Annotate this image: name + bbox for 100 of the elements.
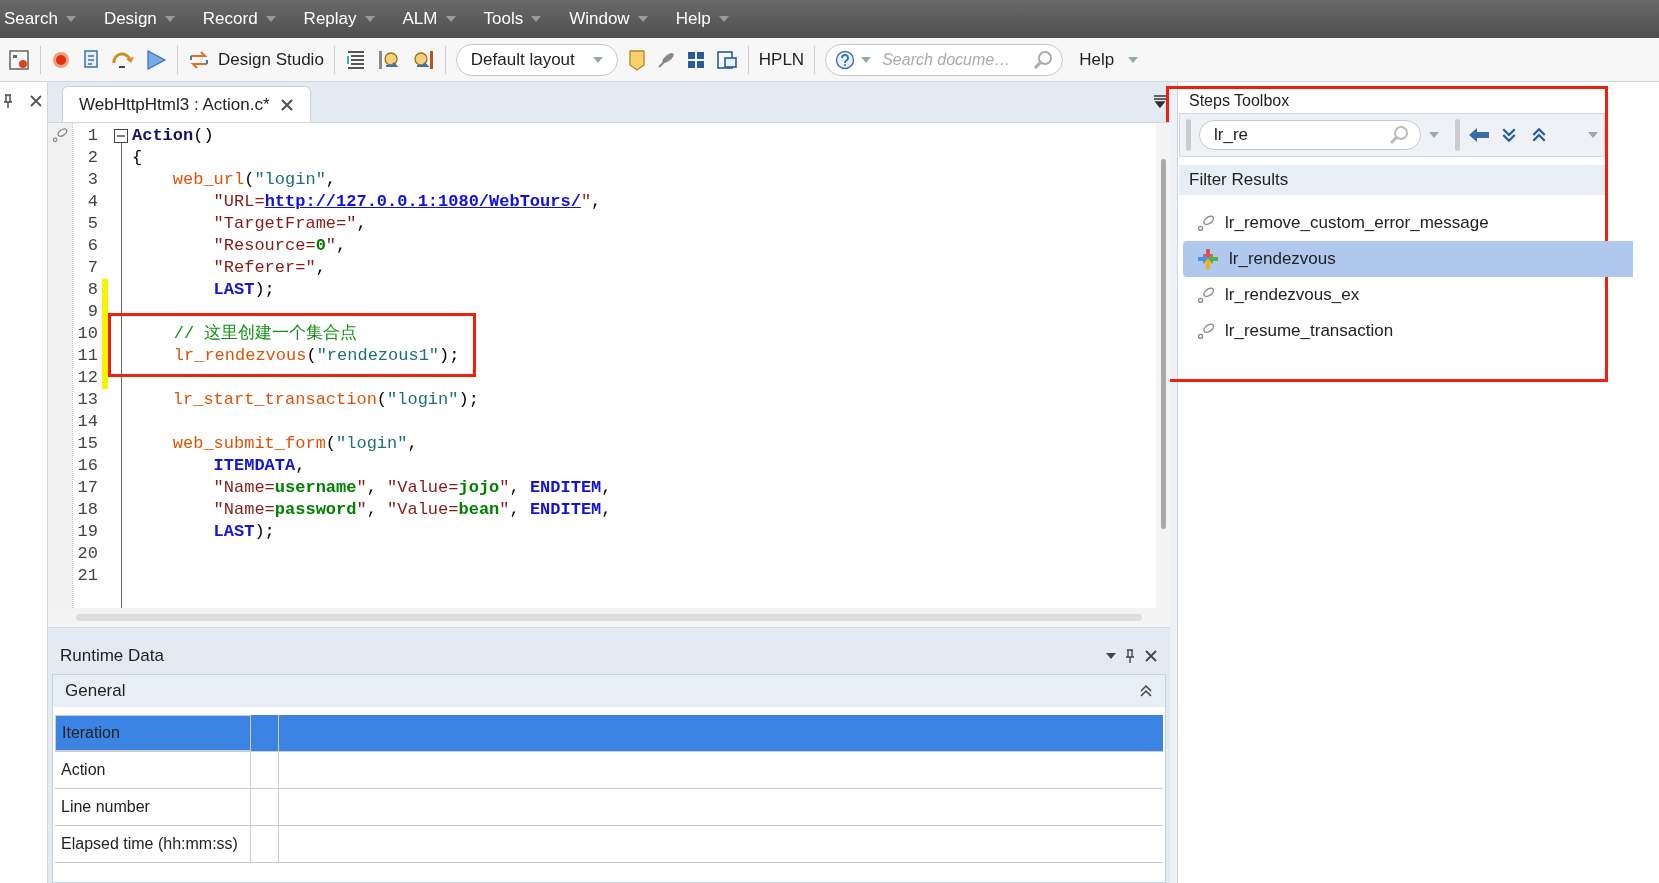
- line-number: 17: [77, 477, 98, 500]
- pin-icon[interactable]: [1126, 649, 1134, 663]
- line-number: 18: [77, 499, 98, 522]
- fold-icon[interactable]: [114, 129, 128, 143]
- property-row[interactable]: Iteration: [55, 715, 1163, 752]
- caret-icon: [1429, 132, 1439, 138]
- result-item[interactable]: lr_resume_transaction: [1183, 313, 1633, 349]
- step-icon: [1197, 214, 1215, 232]
- caret-icon: [531, 16, 542, 22]
- menu-item[interactable]: Tools: [481, 6, 544, 32]
- search-field[interactable]: Search docume…: [825, 43, 1064, 76]
- code-editor[interactable]: [48, 122, 1170, 608]
- line-number: 9: [87, 301, 98, 324]
- horizontal-scrollbar[interactable]: [48, 608, 1170, 628]
- property-row[interactable]: Line number: [55, 789, 1163, 826]
- property-row[interactable]: Elapsed time (hh:mm:ss): [55, 826, 1163, 863]
- close-icon[interactable]: [1144, 649, 1158, 663]
- hpln-button[interactable]: HPLN: [758, 46, 805, 73]
- result-label: lr_rendezvous_ex: [1225, 284, 1360, 307]
- close-icon[interactable]: [279, 97, 294, 112]
- line-number: 21: [77, 565, 98, 588]
- caret-icon: [364, 16, 375, 22]
- grid-icon[interactable]: [685, 49, 706, 70]
- list-icon[interactable]: [344, 48, 367, 71]
- clock-in-icon[interactable]: [376, 48, 401, 71]
- result-item[interactable]: lr_rendezvous_ex: [1183, 277, 1633, 313]
- code-line: {: [132, 147, 143, 170]
- windows-icon[interactable]: [715, 49, 738, 70]
- search-icon: [1389, 125, 1409, 145]
- results-title: Filter Results: [1189, 169, 1289, 192]
- result-item[interactable]: lr_rendezvous: [1183, 241, 1633, 277]
- code-line: "URL=http://127.0.0.1:1080/WebTours/",: [212, 191, 602, 214]
- filter-field[interactable]: lr_re: [1199, 120, 1421, 150]
- line-number: 19: [77, 521, 98, 544]
- tab-label: WebHttpHtml3 : Action.c*: [79, 93, 270, 116]
- layout-dropdown[interactable]: Default layout: [455, 43, 618, 76]
- caret-icon: [718, 16, 729, 22]
- property-row[interactable]: Action: [55, 752, 1163, 789]
- code-line: lr_rendezvous("rendezous1");: [172, 345, 460, 368]
- help-menu-button[interactable]: Help: [1079, 46, 1139, 73]
- code-line: LAST);: [212, 521, 275, 544]
- grip-handle[interactable]: [1186, 119, 1191, 151]
- editor-tab[interactable]: WebHttpHtml3 : Action.c*: [62, 86, 311, 122]
- result-item[interactable]: lr_remove_custom_error_message: [1183, 205, 1633, 241]
- close-icon[interactable]: [29, 94, 43, 108]
- line-number: 8: [87, 279, 98, 302]
- help-icon: [835, 49, 856, 70]
- grip-handle[interactable]: [1455, 119, 1460, 151]
- code-line: "Name=password", "Value=bean", ENDITEM,: [212, 499, 612, 522]
- result-label: lr_rendezvous: [1229, 248, 1336, 271]
- property-label: Action: [61, 760, 106, 780]
- property-label: Elapsed time (hh:mm:ss): [61, 834, 238, 854]
- caret-icon: [1588, 132, 1598, 138]
- property-label: Iteration: [62, 723, 120, 743]
- line-number: 13: [77, 389, 98, 412]
- line-number: 7: [87, 257, 98, 280]
- caret-icon: [265, 16, 276, 22]
- code-line: lr_start_transaction("login");: [171, 389, 479, 412]
- line-number: 3: [87, 169, 98, 192]
- caret-icon: [164, 16, 175, 22]
- pin-icon[interactable]: [4, 94, 12, 108]
- menu-item[interactable]: Design: [101, 6, 177, 32]
- design-studio-button[interactable]: Design Studio: [188, 46, 324, 73]
- line-number: 12: [77, 367, 98, 390]
- line-number: 16: [77, 455, 98, 478]
- line-number: 10: [77, 323, 98, 346]
- code-line: "Referer=",: [212, 257, 326, 280]
- code-line: ITEMDATA,: [212, 455, 306, 478]
- caret-icon: [1106, 653, 1116, 659]
- dialog-icon[interactable]: [8, 48, 30, 71]
- bookmark-icon[interactable]: [627, 48, 646, 71]
- collapse-icon: [1139, 684, 1153, 698]
- script-icon[interactable]: [81, 48, 101, 71]
- line-number: 1: [87, 125, 98, 148]
- menu-item[interactable]: Window: [567, 6, 650, 32]
- line-number: 11: [77, 345, 98, 368]
- play-icon[interactable]: [145, 48, 167, 71]
- caret-icon: [861, 56, 872, 63]
- section-header[interactable]: General: [53, 675, 1165, 707]
- step-icon: [52, 127, 68, 143]
- code-line: LAST);: [212, 279, 275, 302]
- swap-icon: [188, 49, 210, 70]
- menu-item[interactable]: Search: [2, 6, 78, 32]
- back-arrow-icon[interactable]: [1468, 127, 1490, 143]
- line-number: 2: [87, 147, 98, 170]
- result-label: lr_resume_transaction: [1225, 320, 1394, 343]
- result-label: lr_remove_custom_error_message: [1225, 212, 1489, 235]
- code-line: "Resource=0",: [212, 235, 347, 258]
- record-icon[interactable]: [51, 49, 71, 70]
- property-label: Line number: [61, 797, 150, 817]
- menu-item[interactable]: Replay: [301, 6, 377, 32]
- menu-item[interactable]: Help: [673, 6, 731, 32]
- panel-title: Steps Toolbox: [1188, 91, 1291, 111]
- panel-title: Runtime Data: [60, 645, 164, 668]
- menu-item[interactable]: ALM: [400, 6, 458, 32]
- menu-item[interactable]: Record: [200, 6, 278, 32]
- line-number: 5: [87, 213, 98, 236]
- code-line: web_submit_form("login",: [171, 433, 418, 456]
- vertical-scrollbar[interactable]: [1156, 123, 1170, 608]
- overflow-icon[interactable]: [1154, 94, 1166, 108]
